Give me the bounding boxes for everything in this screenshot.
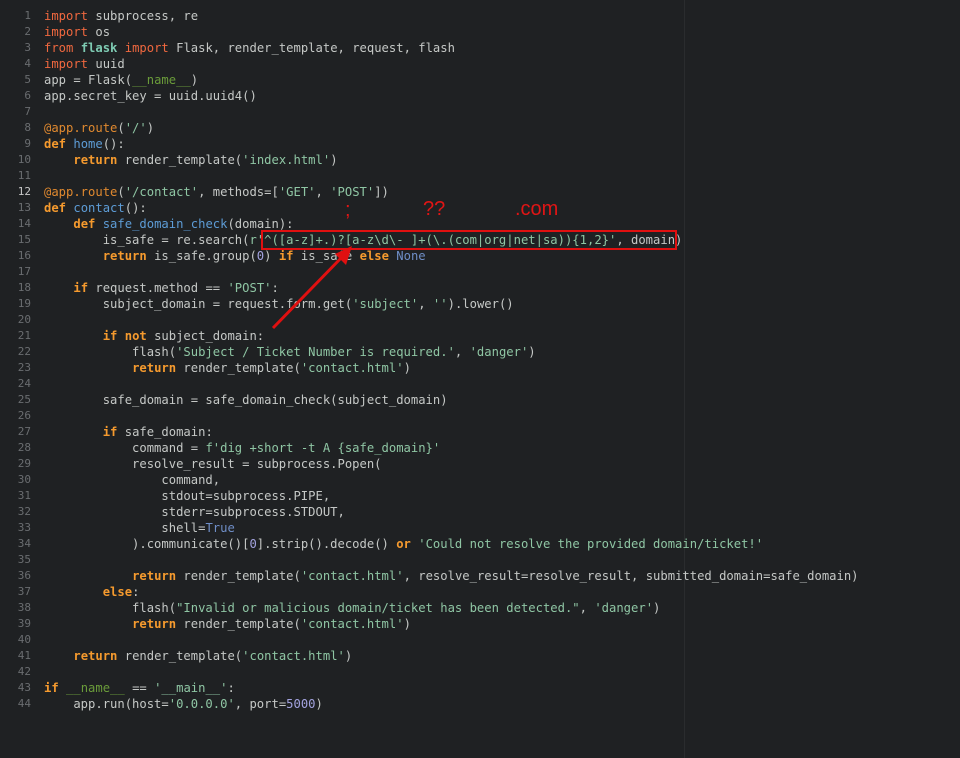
annotation-arrow xyxy=(271,246,352,330)
arrow-shaft xyxy=(271,254,345,330)
code-editor[interactable]: 1 import subprocess, re 2 import os 3 from fl… xyxy=(0,0,960,758)
